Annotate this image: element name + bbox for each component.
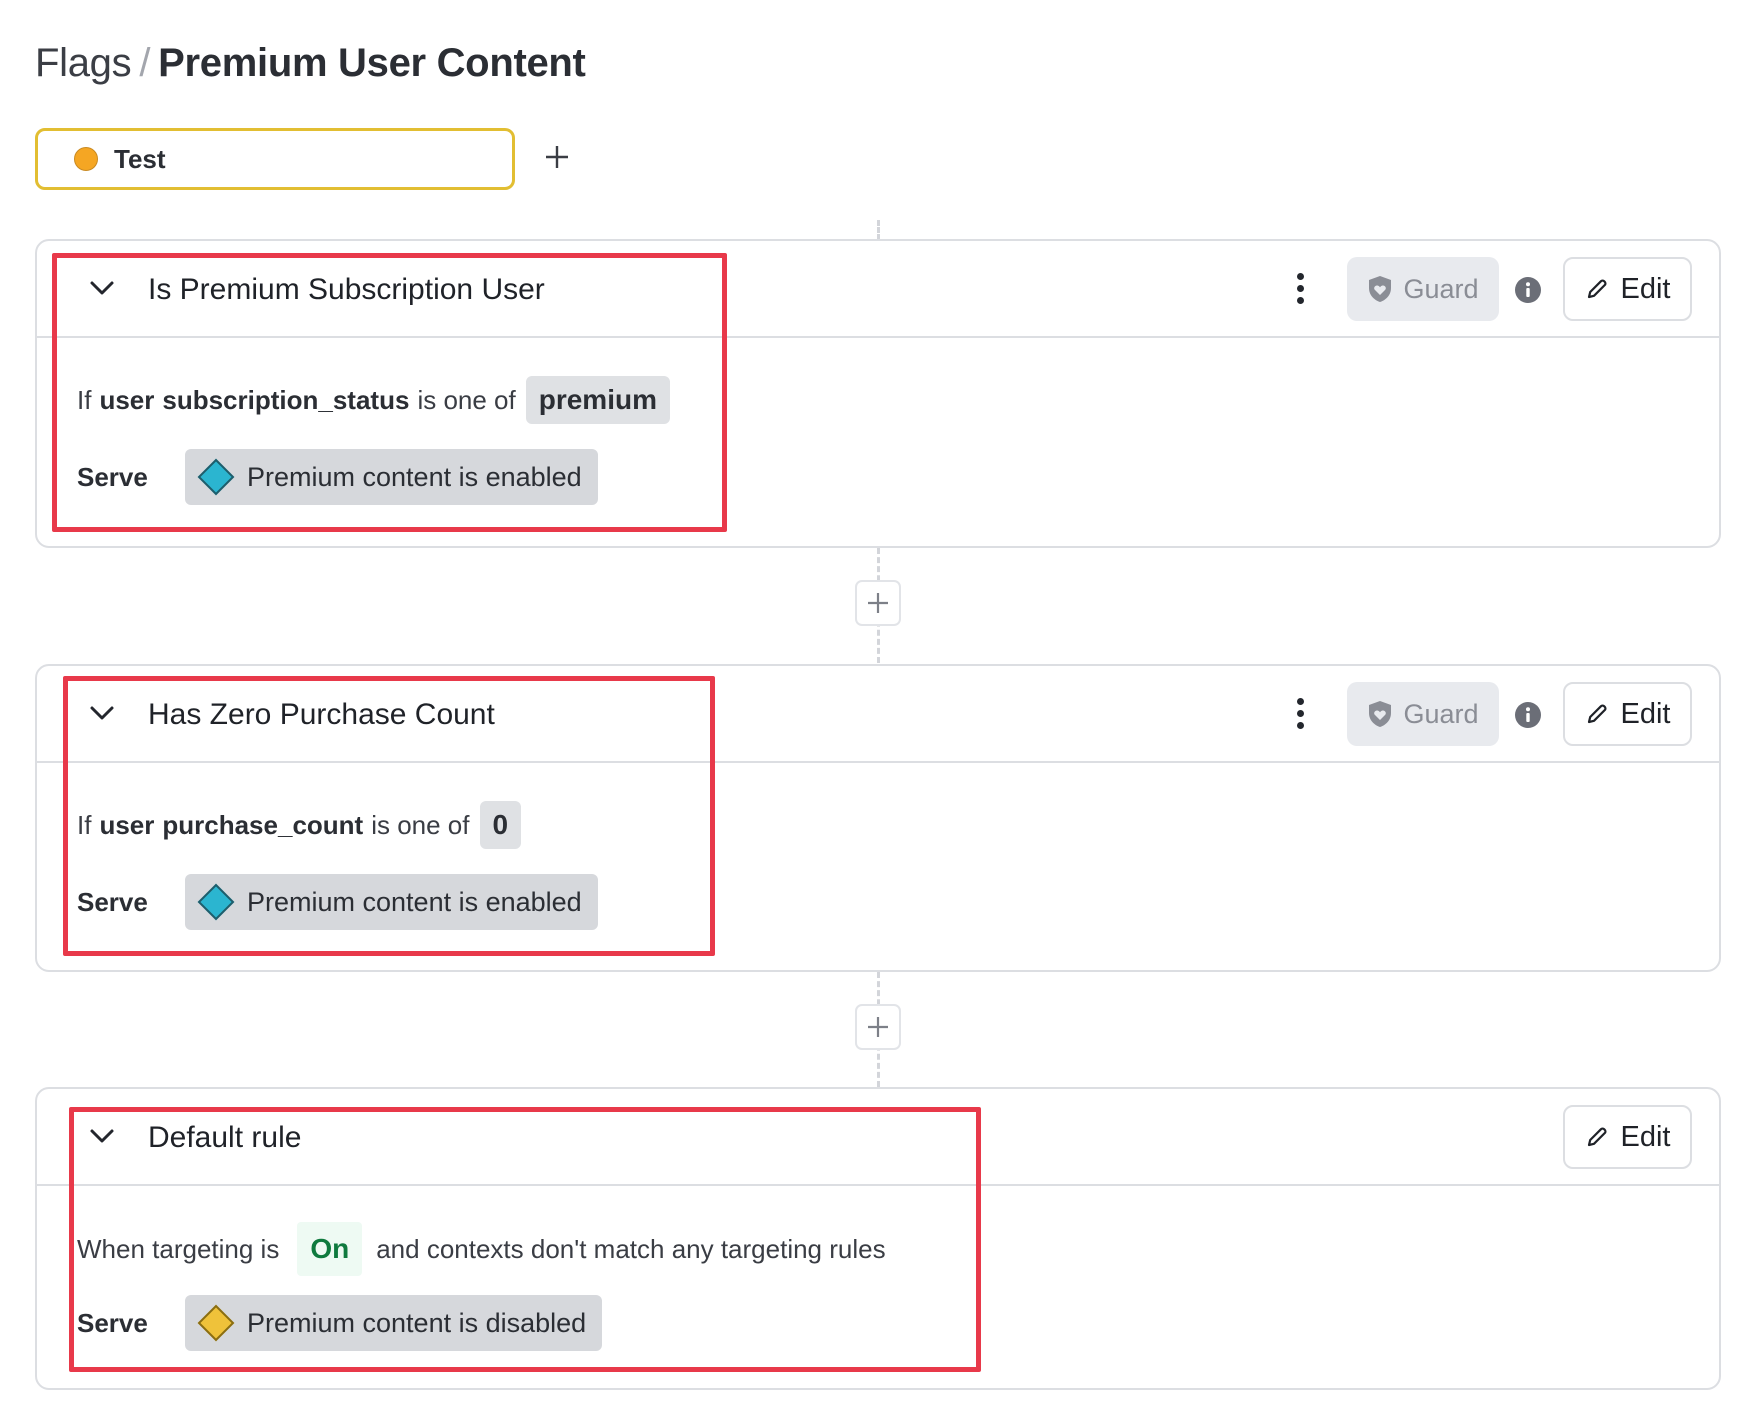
chevron-down-icon[interactable]	[87, 273, 117, 303]
guard-label: Guard	[1403, 698, 1479, 729]
clause-context-kind: user	[99, 809, 155, 840]
shield-heart-icon	[1369, 701, 1392, 727]
rule-card: Is Premium Subscription User Guard Edit …	[35, 239, 1721, 548]
connector-line	[877, 220, 880, 240]
variation-label: Premium content is disabled	[247, 1307, 587, 1338]
edit-button[interactable]: Edit	[1563, 257, 1692, 321]
rule-clause: If user subscription_status is one of pr…	[77, 376, 670, 424]
default-text-after: and contexts don't match any targeting r…	[376, 1233, 886, 1264]
rule-header: Has Zero Purchase Count Guard Edit	[37, 666, 1719, 763]
variation-pill: Premium content is enabled	[185, 874, 598, 930]
clause-context-kind: user	[99, 384, 155, 415]
info-icon[interactable]	[1514, 701, 1542, 729]
variation-diamond-icon	[197, 1304, 235, 1342]
rule-header: Is Premium Subscription User Guard Edit	[37, 241, 1719, 338]
edit-button[interactable]: Edit	[1563, 1105, 1692, 1169]
more-options-button[interactable]	[1287, 693, 1313, 733]
pencil-icon	[1587, 704, 1607, 724]
chevron-down-icon[interactable]	[87, 1121, 117, 1151]
info-icon[interactable]	[1514, 276, 1542, 304]
edit-label: Edit	[1620, 697, 1671, 730]
edit-label: Edit	[1620, 272, 1671, 305]
environment-tab-test[interactable]: Test	[35, 128, 515, 190]
shield-heart-icon	[1369, 276, 1392, 302]
environment-label: Test	[114, 143, 166, 174]
clause-prefix: If	[77, 809, 92, 840]
rule-card: Has Zero Purchase Count Guard Edit If us…	[35, 664, 1721, 972]
variation-label: Premium content is enabled	[247, 886, 582, 917]
plus-icon	[868, 593, 888, 613]
clause-operator: is one of	[371, 809, 470, 840]
serve-label: Serve	[77, 461, 148, 492]
default-rule-description: When targeting is On and contexts don't …	[77, 1222, 886, 1276]
serve-row: Serve Premium content is enabled	[77, 874, 598, 930]
breadcrumb-current: Premium User Content	[158, 41, 586, 85]
targeting-state-badge: On	[297, 1222, 363, 1276]
variation-pill: Premium content is disabled	[185, 1295, 603, 1351]
rule-title: Is Premium Subscription User	[148, 273, 545, 306]
rule-title: Default rule	[148, 1121, 302, 1154]
clause-operator: is one of	[417, 384, 516, 415]
clause-attribute: purchase_count	[162, 809, 364, 840]
breadcrumb-flags-link[interactable]: Flags	[35, 41, 132, 85]
add-rule-button[interactable]	[855, 580, 901, 626]
clause-value: premium	[525, 376, 670, 424]
plus-icon	[868, 1017, 888, 1037]
guard-button[interactable]: Guard	[1347, 682, 1499, 746]
serve-label: Serve	[77, 1307, 148, 1338]
serve-row: Serve Premium content is disabled	[77, 1295, 603, 1351]
edit-label: Edit	[1620, 1120, 1671, 1153]
variation-pill: Premium content is enabled	[185, 449, 598, 505]
page-title: Flags / Premium User Content	[35, 36, 586, 90]
variation-label: Premium content is enabled	[247, 461, 582, 492]
more-vertical-icon	[1296, 272, 1304, 280]
clause-attribute: subscription_status	[162, 384, 410, 415]
serve-row: Serve Premium content is enabled	[77, 449, 598, 505]
variation-diamond-icon	[197, 458, 235, 496]
guard-label: Guard	[1403, 273, 1479, 304]
clause-value: 0	[479, 801, 522, 849]
environment-color-dot	[74, 147, 98, 171]
rule-clause: If user purchase_count is one of 0	[77, 801, 522, 849]
more-vertical-icon	[1296, 697, 1304, 705]
serve-label: Serve	[77, 886, 148, 917]
add-environment-button[interactable]	[540, 140, 574, 174]
add-rule-button[interactable]	[855, 1004, 901, 1050]
default-text-before: When targeting is	[77, 1233, 280, 1264]
more-options-button[interactable]	[1287, 268, 1313, 308]
rule-title: Has Zero Purchase Count	[148, 698, 495, 731]
rule-header: Default rule Edit	[37, 1089, 1719, 1186]
variation-diamond-icon	[197, 883, 235, 921]
pencil-icon	[1587, 279, 1607, 299]
breadcrumb-separator: /	[139, 41, 151, 85]
chevron-down-icon[interactable]	[87, 698, 117, 728]
clause-prefix: If	[77, 384, 92, 415]
guard-button[interactable]: Guard	[1347, 257, 1499, 321]
default-rule-card: Default rule Edit When targeting is On a…	[35, 1087, 1721, 1390]
edit-button[interactable]: Edit	[1563, 682, 1692, 746]
pencil-icon	[1587, 1127, 1607, 1147]
plus-icon	[546, 146, 568, 168]
